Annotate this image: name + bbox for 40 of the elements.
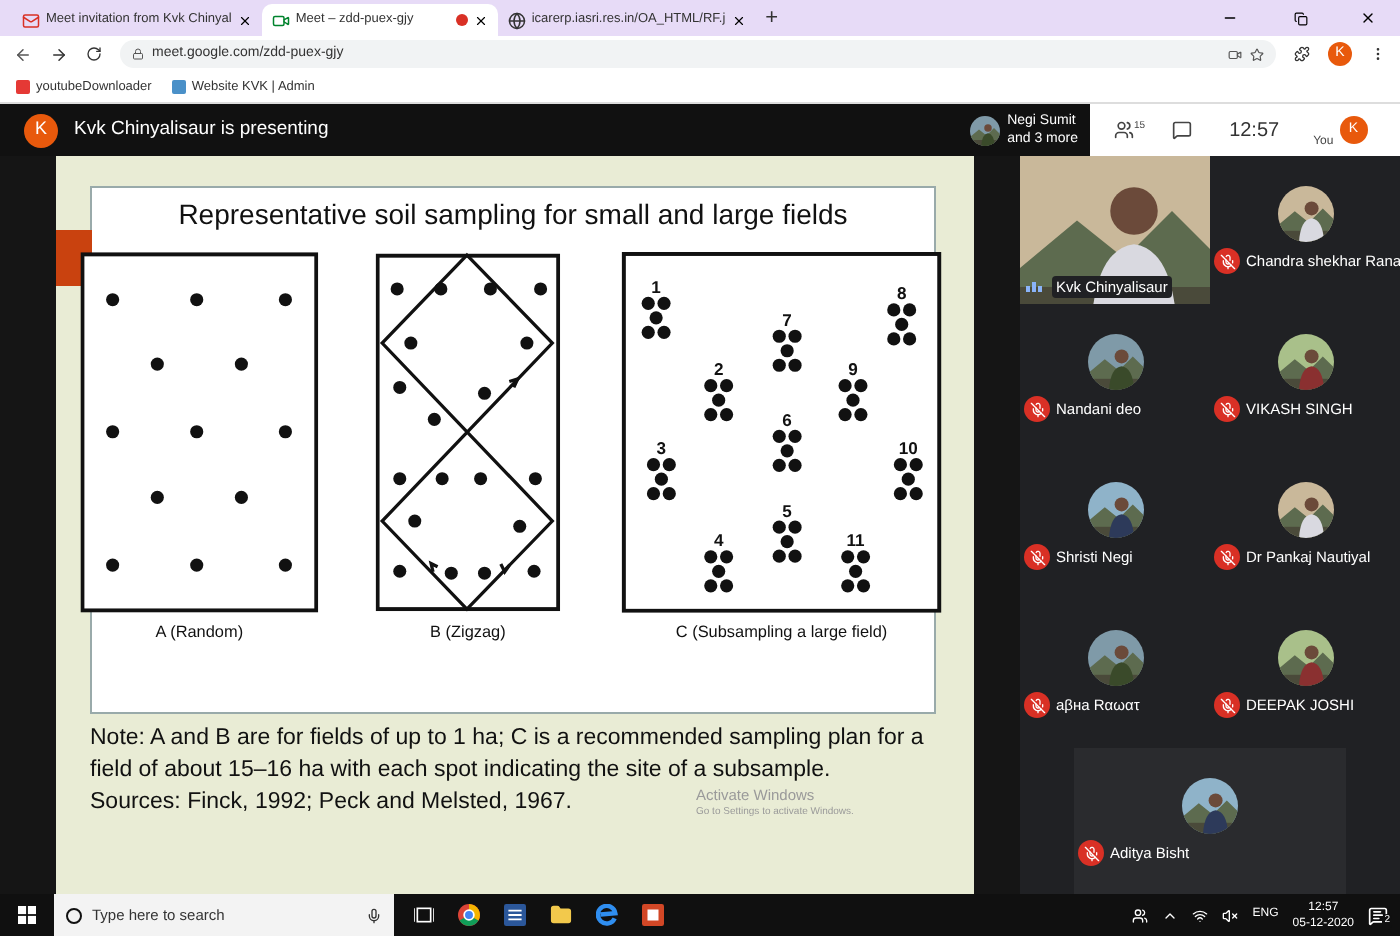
panel-caption: A (Random): [155, 621, 244, 646]
camera-icon: [271, 11, 290, 29]
new-tab-button[interactable]: +: [765, 1, 779, 34]
back-icon[interactable]: [14, 45, 32, 63]
close-icon[interactable]: [473, 13, 488, 27]
lock-icon[interactable]: [132, 48, 144, 60]
cluster-sampling-drawing: 1 8 7 2 9 6 3 10 5 4 11: [617, 252, 946, 613]
reload-icon[interactable]: [86, 46, 102, 62]
windows-start-icon[interactable]: [18, 906, 36, 924]
speaker-icon[interactable]: [1222, 907, 1239, 923]
browser-icon[interactable]: [596, 904, 618, 926]
close-icon[interactable]: [1360, 10, 1376, 26]
star-icon[interactable]: [1250, 47, 1264, 61]
task-view-icon[interactable]: [414, 906, 434, 924]
close-icon[interactable]: [237, 13, 252, 27]
globe-icon: [507, 11, 526, 29]
chrome-icon[interactable]: [458, 904, 480, 926]
figure-note: Note: A and B are for fields of up to 1 ha; C is a recommended sampling plan for a field of about 15–16 ha with each spot indicating the site of a subsample.: [90, 724, 926, 786]
bookmark-icon: [16, 80, 30, 94]
figure-title: Representative soil sampling for small and large fields: [178, 196, 848, 234]
panel-caption: B (Zigzag): [430, 621, 506, 646]
figure-sources: Sources: Finck, 1992; Peck and Melsted, 1967.: [90, 788, 572, 818]
people-icon[interactable]: [1132, 907, 1149, 923]
slides-app-icon[interactable]: [642, 904, 664, 926]
close-icon[interactable]: [731, 13, 746, 27]
folder-icon[interactable]: [550, 904, 572, 926]
microphone-icon[interactable]: [366, 907, 382, 923]
network-icon[interactable]: [1192, 907, 1209, 923]
meeting-clock: 12:57: [1229, 117, 1280, 145]
word-icon[interactable]: [504, 904, 526, 926]
presenting-title: Kvk Chinyalisaur is presenting: [74, 115, 329, 144]
panel-caption: C (Subsampling a large field): [675, 621, 888, 646]
mail-icon: [22, 11, 40, 29]
camera-icon: [1228, 47, 1242, 61]
presenter-avatar: K: [24, 113, 58, 147]
extensions-icon[interactable]: [1294, 46, 1310, 62]
chat-icon[interactable]: [1171, 120, 1192, 140]
restore-icon[interactable]: [1294, 12, 1308, 26]
bookmark-icon: [171, 80, 186, 94]
forward-icon[interactable]: [50, 45, 68, 63]
